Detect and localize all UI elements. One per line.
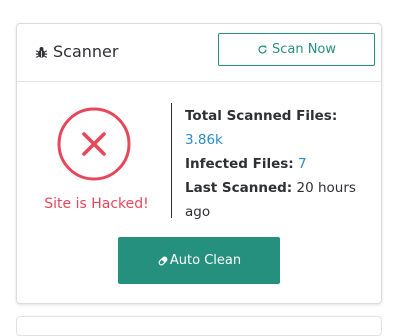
auto-clean-button[interactable]: Auto Clean (118, 237, 280, 284)
card-title: Scanner (53, 42, 119, 61)
card-header: Scanner Scan Now (17, 24, 381, 82)
infected-files-label: Infected Files: (185, 156, 294, 172)
infected-files-value[interactable]: 7 (298, 156, 307, 172)
next-card (16, 316, 382, 336)
scanner-card: Scanner Scan Now Site is Hacked! Total S… (16, 23, 382, 304)
scan-now-button[interactable]: Scan Now (218, 33, 375, 66)
last-scanned-label: Last Scanned: (185, 180, 293, 196)
bug-icon (35, 46, 48, 58)
infected-files-row: Infected Files: 7 (185, 152, 375, 176)
last-scanned-row: Last Scanned: 20 hours ago (185, 176, 375, 224)
refresh-icon (258, 45, 267, 54)
x-circle-icon (57, 107, 131, 181)
scan-stats: Total Scanned Files: 3.86k Infected File… (185, 104, 375, 224)
scan-now-label: Scan Now (271, 42, 337, 57)
total-scanned-value[interactable]: 3.86k (185, 128, 375, 152)
auto-clean-label: Auto Clean (169, 253, 242, 268)
status-text: Site is Hacked! (44, 196, 149, 212)
vertical-divider (171, 103, 172, 218)
total-scanned-label: Total Scanned Files: (185, 108, 338, 124)
eraser-icon (158, 256, 168, 265)
